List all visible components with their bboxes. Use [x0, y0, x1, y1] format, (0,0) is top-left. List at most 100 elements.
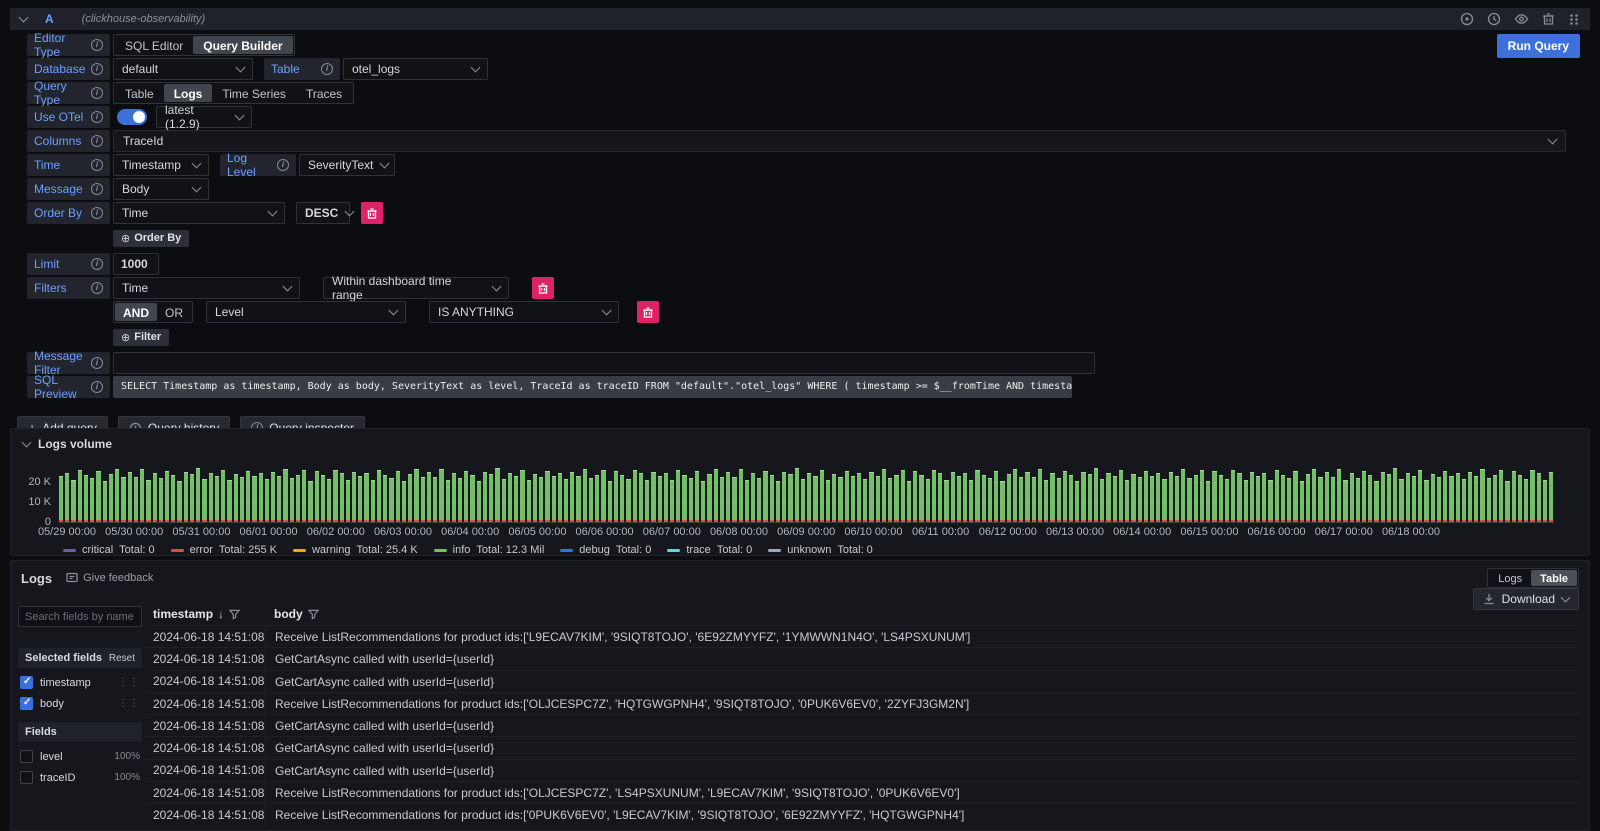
order-direction-select[interactable]: DESC: [296, 202, 350, 224]
sort-desc-icon[interactable]: [218, 607, 224, 621]
toggle-logs[interactable]: Logs: [1489, 570, 1531, 586]
legend-item[interactable]: debugTotal: 0: [560, 544, 651, 556]
error-segment: [1306, 520, 1310, 522]
info-icon[interactable]: [91, 381, 103, 393]
field-row[interactable]: level100%: [18, 750, 142, 763]
limit-input[interactable]: [113, 253, 159, 275]
tab-traces[interactable]: Traces: [296, 84, 352, 102]
logs-volume-header[interactable]: Logs volume: [11, 429, 1589, 451]
filter1-field-select[interactable]: Time: [113, 277, 300, 299]
table-select[interactable]: otel_logs: [343, 58, 488, 80]
use-otel-toggle[interactable]: [117, 109, 147, 125]
table-row[interactable]: 2024-06-18 14:51:08GetCartAsync called w…: [145, 736, 1579, 758]
table-row[interactable]: 2024-06-18 14:51:08Receive ListRecommend…: [145, 803, 1579, 825]
info-icon[interactable]: [91, 111, 103, 123]
add-filter-button[interactable]: Filter: [113, 329, 169, 346]
info-icon[interactable]: [91, 63, 103, 75]
error-segment: [832, 520, 836, 522]
tab-logs[interactable]: Logs: [164, 84, 213, 102]
remove-filter2-button[interactable]: [637, 301, 659, 323]
checkbox-checked[interactable]: [20, 697, 33, 710]
info-icon[interactable]: [321, 63, 333, 75]
info-icon[interactable]: [91, 357, 103, 369]
info-icon[interactable]: [91, 159, 103, 171]
table-row[interactable]: 2024-06-18 14:51:08GetCartAsync called w…: [145, 647, 1579, 669]
selected-field-row[interactable]: body: [18, 697, 142, 710]
legend-item[interactable]: warningTotal: 25.4 K: [293, 544, 418, 556]
filter2-field-select[interactable]: Level: [206, 301, 406, 323]
collapse-chevron-icon[interactable]: [19, 13, 29, 23]
remove-order-by-button[interactable]: [361, 202, 383, 224]
or-option[interactable]: OR: [157, 303, 191, 321]
tab-time-series[interactable]: Time Series: [212, 84, 296, 102]
drag-handle-icon[interactable]: [1568, 13, 1580, 26]
legend-item[interactable]: traceTotal: 0: [667, 544, 752, 556]
and-option[interactable]: AND: [115, 303, 157, 321]
reset-button[interactable]: Reset: [109, 653, 135, 664]
info-icon[interactable]: [91, 135, 103, 147]
body-cell: GetCartAsync called with userId={userId}: [265, 715, 1579, 736]
legend-item[interactable]: infoTotal: 12.3 Mil: [434, 544, 545, 556]
error-segment: [327, 520, 331, 522]
table-row[interactable]: 2024-06-18 14:51:08Receive ListRecommend…: [145, 781, 1579, 803]
chevron-down-icon: [236, 63, 246, 73]
filter1-operator-select[interactable]: Within dashboard time range: [323, 277, 509, 299]
chevron-down-icon: [1561, 593, 1571, 603]
drag-handle-icon[interactable]: [118, 698, 140, 709]
table-row[interactable]: 2024-06-18 14:51:08GetCartAsync called w…: [145, 714, 1579, 736]
body-column-header[interactable]: body: [265, 607, 319, 621]
timestamp-column-header[interactable]: timestamp: [145, 607, 265, 621]
logs-volume-plot[interactable]: [59, 463, 1554, 523]
add-order-by-button[interactable]: Order By: [113, 230, 189, 247]
field-row[interactable]: traceID100%: [18, 771, 142, 784]
selected-field-row[interactable]: timestamp: [18, 676, 142, 689]
filter2-operator-select[interactable]: IS ANYTHING: [429, 301, 619, 323]
checkbox-checked[interactable]: [20, 676, 33, 689]
message-column-select[interactable]: Body: [113, 178, 209, 200]
log-level-select[interactable]: SeverityText: [299, 154, 395, 176]
toggle-table[interactable]: Table: [1531, 570, 1577, 586]
table-row[interactable]: 2024-06-18 14:51:08GetCartAsync called w…: [145, 670, 1579, 692]
error-segment: [957, 520, 961, 522]
columns-multiselect[interactable]: TraceId: [113, 130, 1566, 152]
legend-item[interactable]: criticalTotal: 0: [63, 544, 155, 556]
info-icon[interactable]: [91, 87, 103, 99]
trash-icon[interactable]: [1542, 12, 1555, 26]
otel-version-select[interactable]: latest (1.2.9): [156, 106, 252, 128]
message-filter-input[interactable]: [113, 352, 1095, 374]
database-select[interactable]: default: [113, 58, 253, 80]
query-row-header[interactable]: A (clickhouse-observability): [10, 8, 1590, 30]
search-fields-input[interactable]: [18, 606, 142, 627]
table-row[interactable]: 2024-06-18 14:51:08GetCartAsync called w…: [145, 759, 1579, 781]
table-row[interactable]: 2024-06-18 14:51:08Receive ListRecommend…: [145, 625, 1579, 647]
info-icon[interactable]: [91, 39, 103, 51]
tab-sql-editor[interactable]: SQL Editor: [115, 36, 193, 54]
history-icon[interactable]: [1487, 12, 1501, 26]
info-icon[interactable]: [91, 183, 103, 195]
error-segment: [1300, 520, 1304, 522]
remove-filter1-button[interactable]: [532, 277, 554, 299]
checkbox-unchecked[interactable]: [20, 750, 33, 763]
query-editor-panel: A (clickhouse-observability) Run Query E…: [10, 8, 1590, 440]
filter-icon[interactable]: [308, 609, 319, 620]
checkbox-unchecked[interactable]: [20, 771, 33, 784]
help-icon[interactable]: [1460, 12, 1474, 26]
tab-table[interactable]: Table: [115, 84, 164, 102]
info-icon[interactable]: [91, 207, 103, 219]
time-column-select[interactable]: Timestamp: [113, 154, 209, 176]
info-icon[interactable]: [91, 282, 103, 294]
tab-query-builder[interactable]: Query Builder: [193, 36, 292, 54]
run-query-button[interactable]: Run Query: [1497, 34, 1580, 58]
legend-item[interactable]: unknownTotal: 0: [768, 544, 873, 556]
collapse-chevron-icon[interactable]: [22, 438, 32, 448]
table-row[interactable]: 2024-06-18 14:51:08Receive ListRecommend…: [145, 692, 1579, 714]
eye-icon[interactable]: [1514, 12, 1529, 26]
info-icon[interactable]: [277, 159, 289, 171]
order-by-field-select[interactable]: Time: [113, 202, 285, 224]
info-icon[interactable]: [91, 258, 103, 270]
volume-bar: [414, 469, 418, 522]
give-feedback-link[interactable]: Give feedback: [66, 572, 153, 584]
filter-icon[interactable]: [229, 609, 240, 620]
drag-handle-icon[interactable]: [118, 677, 140, 688]
legend-item[interactable]: errorTotal: 255 K: [171, 544, 277, 556]
